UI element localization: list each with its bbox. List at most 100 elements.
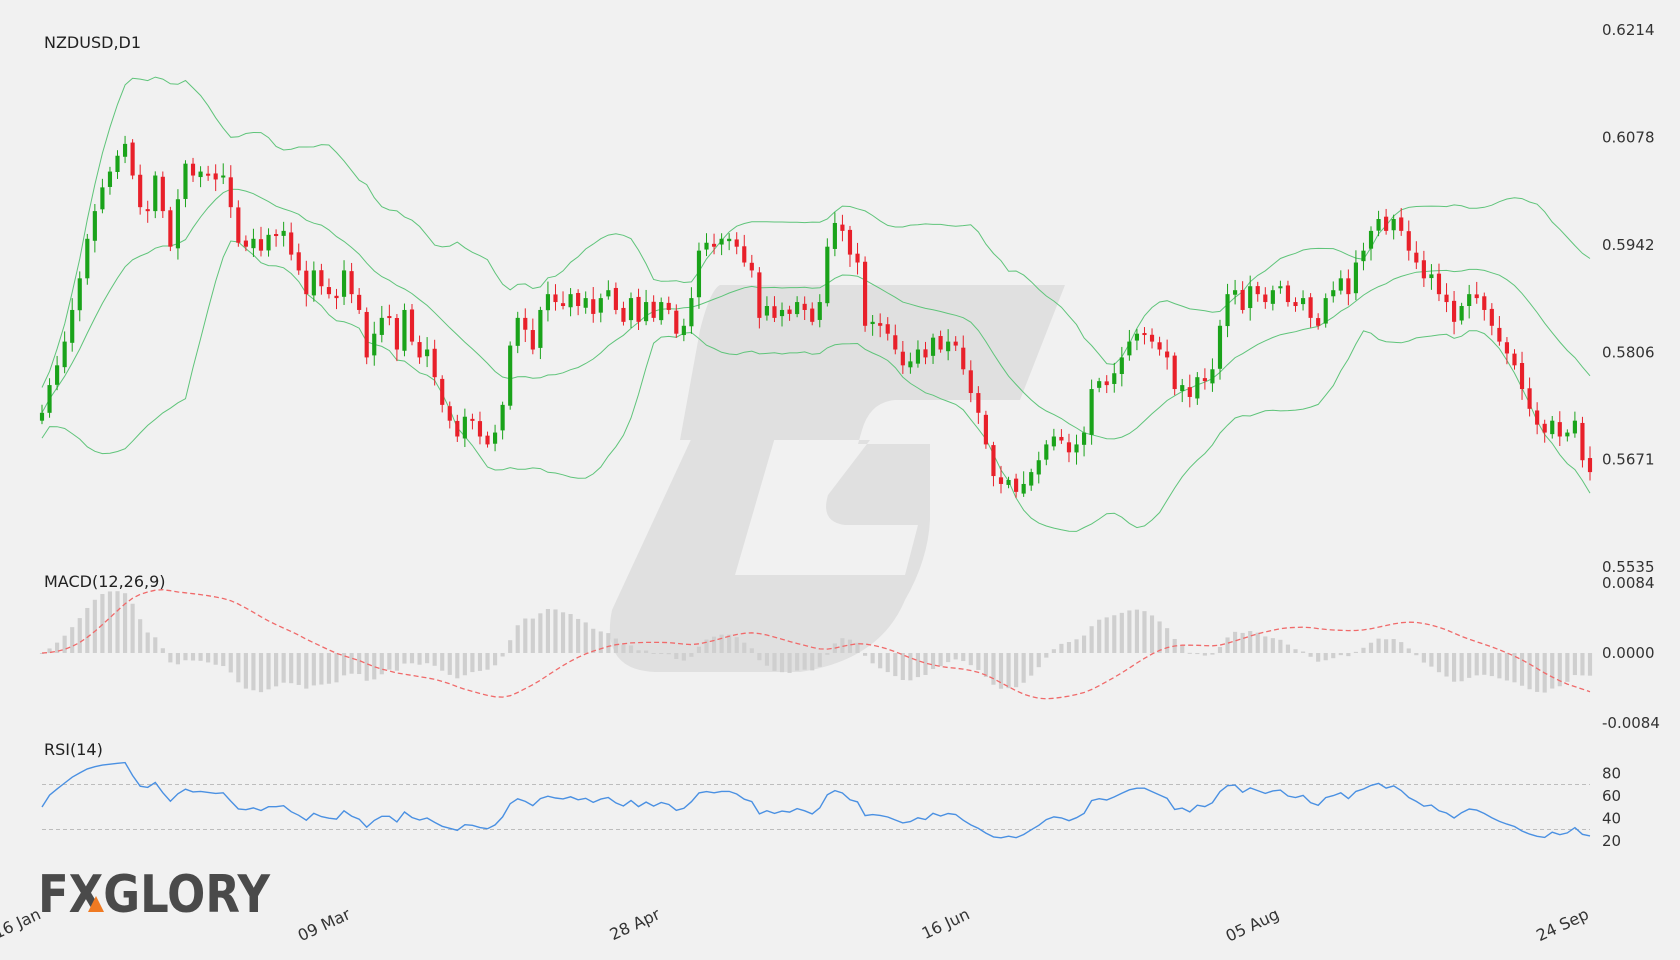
- macd-histogram-bar: [1391, 639, 1396, 653]
- candle-body: [976, 393, 981, 413]
- candle: [719, 233, 724, 256]
- macd-histogram-bar: [1248, 631, 1253, 653]
- candle-body: [1029, 472, 1034, 486]
- macd-histogram-bar: [175, 653, 180, 665]
- candle-body: [704, 242, 709, 250]
- candle-body: [138, 174, 143, 208]
- macd-histogram-bar: [1074, 639, 1079, 653]
- candle: [1557, 411, 1562, 447]
- candle-body: [591, 299, 596, 314]
- macd-histogram-bar: [115, 591, 120, 653]
- candle-body: [100, 187, 105, 210]
- candle-body: [1557, 422, 1562, 437]
- candle: [417, 335, 422, 364]
- candle: [727, 233, 732, 251]
- candle-body: [1368, 230, 1374, 249]
- candle-body: [1172, 355, 1177, 390]
- macd-histogram-bar: [379, 653, 384, 675]
- candle-body: [1112, 373, 1117, 384]
- macd-histogram-bar: [545, 609, 551, 653]
- candle: [1127, 329, 1132, 361]
- macd-histogram-bar: [734, 637, 739, 653]
- macd-histogram-bar: [674, 653, 679, 660]
- candle-body: [1097, 381, 1102, 388]
- macd-histogram-bar: [515, 625, 520, 653]
- candle-body: [175, 199, 180, 249]
- macd-histogram-bar: [1384, 639, 1389, 653]
- candle-body: [228, 177, 233, 208]
- candle-body: [545, 294, 551, 311]
- macd-histogram-bar: [372, 653, 377, 680]
- candle: [1512, 349, 1517, 370]
- candle-body: [190, 163, 196, 176]
- candle-body: [1293, 302, 1298, 307]
- macd-histogram-bar: [462, 653, 467, 676]
- candle-body: [553, 294, 558, 303]
- macd-histogram-bar: [1489, 653, 1494, 677]
- candle-body: [92, 211, 97, 241]
- candle: [1452, 291, 1457, 335]
- macd-histogram-bar: [704, 639, 709, 653]
- macd-histogram-bar: [719, 634, 724, 653]
- candle: [107, 166, 113, 195]
- candle-body: [145, 209, 150, 212]
- candle-body: [1550, 420, 1555, 435]
- macd-histogram-bar: [1376, 638, 1381, 653]
- macd-histogram-bar: [1331, 653, 1336, 659]
- candle: [855, 242, 860, 275]
- candle: [1074, 434, 1079, 465]
- macd-histogram-bar: [983, 653, 988, 677]
- candle: [1202, 368, 1207, 390]
- candle-body: [70, 309, 75, 343]
- candle: [991, 441, 996, 487]
- candle: [77, 271, 82, 322]
- macd-histogram-bar: [644, 650, 649, 653]
- candle: [145, 200, 150, 223]
- candle: [266, 228, 271, 257]
- candle-body: [1512, 353, 1517, 366]
- candle: [1059, 429, 1064, 444]
- candle-body: [417, 342, 422, 358]
- candle: [1436, 263, 1442, 302]
- candle-body: [1081, 432, 1087, 445]
- macd-histogram-bar: [1233, 631, 1238, 653]
- candle-body: [236, 207, 241, 243]
- candle-body: [1489, 308, 1494, 326]
- candle: [1149, 328, 1155, 349]
- candle-body: [1527, 388, 1532, 409]
- candle-body: [341, 270, 347, 297]
- candle: [62, 331, 67, 374]
- price-tick-label: 0.5806: [1602, 344, 1655, 362]
- candle: [1580, 416, 1585, 468]
- candle-body: [508, 345, 513, 406]
- candle-body: [998, 477, 1004, 484]
- candle-body: [477, 421, 483, 437]
- candle-body: [319, 270, 324, 287]
- candle: [1157, 336, 1162, 356]
- candle: [1308, 293, 1313, 328]
- macd-histogram-bar: [251, 653, 256, 691]
- macd-histogram-bar: [817, 653, 822, 667]
- macd-histogram-bar: [319, 653, 324, 685]
- macd-histogram-bar: [1535, 653, 1540, 692]
- candle: [568, 288, 573, 317]
- candle-body: [628, 298, 634, 321]
- macd-histogram-bar: [1142, 611, 1147, 653]
- candle: [1527, 377, 1532, 417]
- candle: [409, 304, 415, 346]
- candle: [39, 404, 45, 425]
- candle: [364, 307, 369, 365]
- candle-body: [802, 303, 807, 310]
- macd-histogram-bar: [893, 653, 898, 677]
- candle-body: [795, 302, 800, 315]
- candle-body: [576, 292, 581, 307]
- candle-body: [1482, 296, 1487, 310]
- candle-body: [1195, 377, 1200, 399]
- macd-histogram-bar: [938, 653, 943, 667]
- candle-body: [372, 333, 377, 356]
- candle: [221, 163, 226, 185]
- candle-body: [1323, 298, 1328, 324]
- macd-histogram-bar: [1550, 653, 1555, 689]
- candle: [190, 157, 196, 182]
- candle-body: [153, 175, 158, 212]
